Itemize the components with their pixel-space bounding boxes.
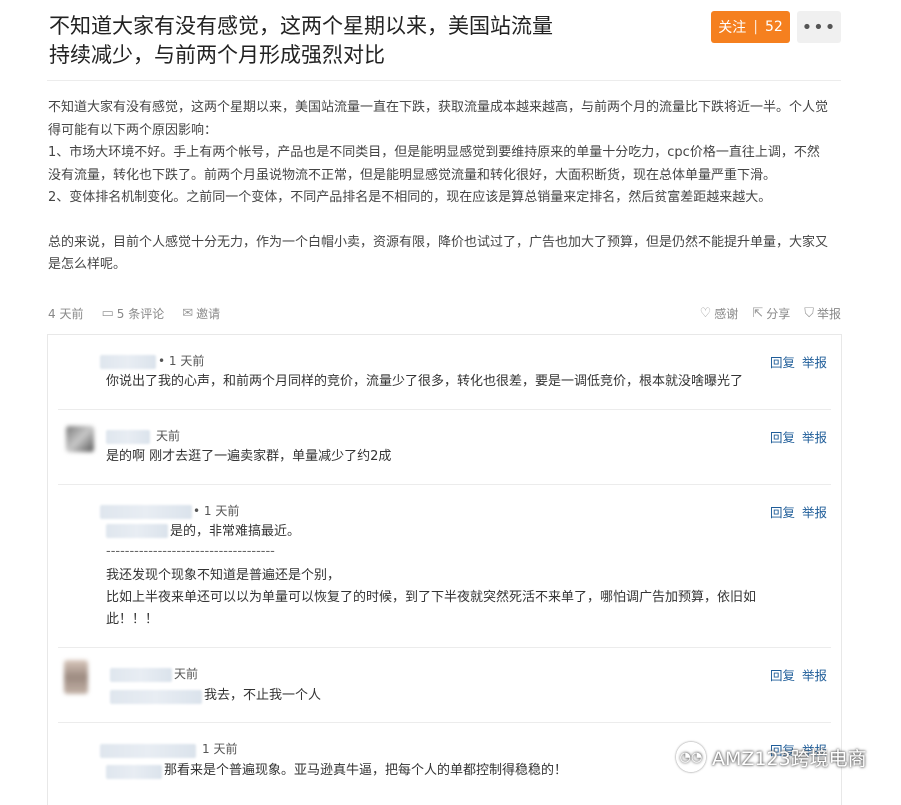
post-meta: 4 天前 ▭ 5 条评论 ✉ 邀请 bbox=[48, 305, 220, 322]
reply-link[interactable]: 回复 bbox=[770, 355, 795, 370]
username bbox=[100, 505, 192, 519]
watermark-text: AMZ123跨境电商 bbox=[712, 747, 867, 770]
thanks-label: 感谢 bbox=[714, 307, 739, 321]
comment-item: 天前 回复 举报 我去，不止我一个人 bbox=[48, 648, 841, 723]
invite-icon: ✉ bbox=[182, 306, 194, 321]
follow-button[interactable]: 关注 | 52 bbox=[711, 11, 790, 43]
comment-divider-dashes: ------------------------------------ bbox=[106, 544, 275, 559]
username bbox=[106, 430, 150, 444]
post-paragraph: 1、市场大环境不好。手上有两个帐号，产品也是不同类目，但是能明显感觉到要维持原来… bbox=[48, 145, 820, 183]
follow-separator: | bbox=[753, 19, 758, 35]
comment-text: 是的啊 刚才去逛了一遍卖家群，单量减少了约2成 bbox=[106, 449, 392, 464]
reply-link[interactable]: 回复 bbox=[770, 668, 795, 683]
title-divider bbox=[47, 80, 841, 81]
comment-text: 那看来是个普遍现象。亚马逊真牛逼，把每个人的单都控制得稳稳的！ bbox=[164, 763, 568, 778]
report-link[interactable]: 举报 bbox=[802, 505, 827, 520]
username bbox=[100, 744, 196, 758]
report-link[interactable]: 举报 bbox=[802, 668, 827, 683]
post-paragraph: 2、变体排名机制变化。之前同一个变体，不同产品排名是不相同的，现在应该是算总销量… bbox=[48, 190, 772, 205]
follow-label: 关注 bbox=[718, 20, 747, 36]
comment-item: • 1 天前 回复 举报 是的，非常难搞最近。 -----------------… bbox=[48, 485, 841, 648]
thanks-button[interactable]: ♡ 感谢 bbox=[700, 305, 739, 322]
comment-text: 我去，不止我一个人 bbox=[204, 688, 322, 703]
post-body: 不知道大家有没有感觉，这两个星期以来，美国站流量一直在下跌，获取流量成本越来越高… bbox=[48, 97, 828, 277]
avatar bbox=[66, 426, 94, 452]
post-paragraph: 不知道大家有没有感觉，这两个星期以来，美国站流量一直在下跌，获取流量成本越来越高… bbox=[48, 100, 829, 138]
post-actions: ♡ 感谢 ⇱ 分享 ⛉ 举报 bbox=[700, 305, 841, 322]
share-icon: ⇱ bbox=[752, 306, 764, 321]
post-time: 4 天前 bbox=[48, 307, 84, 321]
report-link[interactable]: 举报 bbox=[802, 355, 827, 370]
invite-link[interactable]: ✉ 邀请 bbox=[182, 305, 220, 322]
shield-icon: ⛉ bbox=[804, 306, 814, 321]
comment-text: 你说出了我的心声，和前两个月同样的竞价，流量少了很多，转化也很差，要是一调低竞价… bbox=[106, 374, 744, 389]
comments-count: 5 条评论 bbox=[116, 307, 165, 321]
more-button[interactable]: ••• bbox=[797, 11, 841, 43]
comment-time: • 1 天前 bbox=[193, 504, 240, 518]
reply-link[interactable]: 回复 bbox=[770, 430, 795, 445]
comment-time: 1 天前 bbox=[202, 742, 238, 756]
comment-icon: ▭ bbox=[101, 306, 114, 321]
share-button[interactable]: ⇱ 分享 bbox=[752, 305, 790, 322]
comment-text: 我还发现个现象不知道是普遍还是个别， bbox=[106, 568, 341, 583]
comment-time: 天前 bbox=[174, 667, 199, 681]
username-secondary bbox=[106, 524, 168, 538]
follow-count: 52 bbox=[764, 19, 783, 35]
post-title: 不知道大家有没有感觉，这两个星期以来，美国站流量持续减少，与前两个月形成强烈对比 bbox=[49, 14, 553, 67]
more-icon: ••• bbox=[801, 16, 837, 38]
reply-link[interactable]: 回复 bbox=[770, 505, 795, 520]
report-label: 举报 bbox=[816, 307, 841, 321]
report-link[interactable]: 举报 bbox=[802, 430, 827, 445]
post-paragraph: 总的来说，目前个人感觉十分无力，作为一个白帽小卖，资源有限，降价也试过了，广告也… bbox=[48, 234, 829, 273]
comments-link[interactable]: ▭ 5 条评论 bbox=[101, 305, 164, 322]
comment-time: 天前 bbox=[156, 429, 181, 443]
username-secondary bbox=[110, 690, 202, 704]
avatar bbox=[64, 660, 88, 694]
invite-label: 邀请 bbox=[196, 307, 221, 321]
wechat-icon: ◔◔ bbox=[676, 742, 706, 772]
comment-item: • 1 天前 回复 举报 你说出了我的心声，和前两个月同样的竞价，流量少了很多，转… bbox=[48, 335, 841, 410]
username bbox=[110, 668, 172, 682]
username bbox=[100, 355, 156, 369]
comment-text: 此！！！ bbox=[106, 612, 159, 627]
comment-time: • 1 天前 bbox=[158, 354, 205, 368]
username-secondary bbox=[106, 765, 162, 779]
comment-text: 比如上半夜来单还可以以为单量可以恢复了的时候，到了下半夜就突然死活不来单了，哪怕… bbox=[106, 590, 757, 605]
comments-panel: • 1 天前 回复 举报 你说出了我的心声，和前两个月同样的竞价，流量少了很多，转… bbox=[47, 334, 842, 805]
heart-icon: ♡ bbox=[699, 306, 712, 321]
comment-item: 天前 回复 举报 是的啊 刚才去逛了一遍卖家群，单量减少了约2成 bbox=[48, 410, 841, 485]
comment-text: 是的，非常难搞最近。 bbox=[170, 524, 301, 539]
share-label: 分享 bbox=[766, 307, 791, 321]
report-button[interactable]: ⛉ 举报 bbox=[804, 305, 841, 322]
watermark: ◔◔ AMZ123跨境电商 bbox=[676, 742, 867, 772]
